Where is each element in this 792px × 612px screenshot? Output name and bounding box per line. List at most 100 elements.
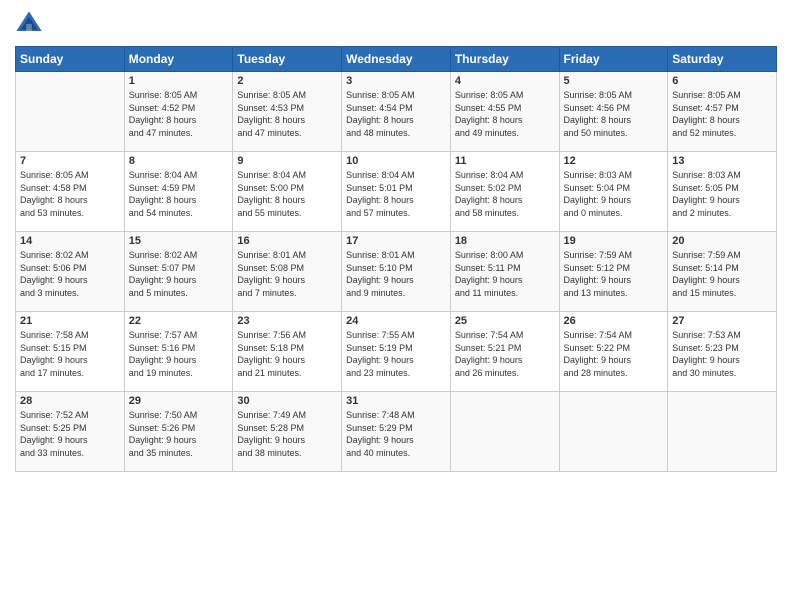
day-info: Sunrise: 7:52 AM Sunset: 5:25 PM Dayligh… [20, 409, 120, 459]
calendar-cell: 24 Sunrise: 7:55 AM Sunset: 5:19 PM Dayli… [342, 312, 451, 392]
calendar-cell: 16 Sunrise: 8:01 AM Sunset: 5:08 PM Dayli… [233, 232, 342, 312]
calendar-week-row: 14Sunrise: 8:02 AM Sunset: 5:06 PM Dayli… [16, 232, 777, 312]
calendar-cell: 31 Sunrise: 7:48 AM Sunset: 5:29 PM Dayli… [342, 392, 451, 472]
day-info: Sunrise: 8:00 AM Sunset: 5:11 PM Dayligh… [455, 249, 555, 299]
calendar-cell: 10Sunrise: 8:04 AM Sunset: 5:01 PM Dayli… [342, 152, 451, 232]
calendar-header-cell: Wednesday [342, 47, 451, 72]
day-number: 8 [129, 155, 229, 167]
logo [15, 10, 47, 38]
day-number: 16 [237, 235, 337, 247]
day-info: Sunrise: 8:03 AM Sunset: 5:04 PM Dayligh… [564, 169, 664, 219]
calendar-cell [559, 392, 668, 472]
day-info: Sunrise: 8:04 AM Sunset: 4:59 PM Dayligh… [129, 169, 229, 219]
calendar-cell: 8 Sunrise: 8:04 AM Sunset: 4:59 PM Daylig… [124, 152, 233, 232]
day-number: 4 [455, 75, 555, 87]
calendar-cell: 4 Sunrise: 8:05 AM Sunset: 4:55 PM Daylig… [450, 72, 559, 152]
day-info: Sunrise: 8:05 AM Sunset: 4:58 PM Dayligh… [20, 169, 120, 219]
day-number: 15 [129, 235, 229, 247]
calendar-cell: 26 Sunrise: 7:54 AM Sunset: 5:22 PM Dayli… [559, 312, 668, 392]
calendar-cell: 30 Sunrise: 7:49 AM Sunset: 5:28 PM Dayli… [233, 392, 342, 472]
calendar-cell: 5 Sunrise: 8:05 AM Sunset: 4:56 PM Daylig… [559, 72, 668, 152]
calendar-cell: 2Sunrise: 8:05 AM Sunset: 4:53 PM Daylig… [233, 72, 342, 152]
day-number: 25 [455, 315, 555, 327]
day-number: 24 [346, 315, 446, 327]
calendar-week-row: 21 Sunrise: 7:58 AM Sunset: 5:15 PM Dayli… [16, 312, 777, 392]
calendar-cell: 9 Sunrise: 8:04 AM Sunset: 5:00 PM Daylig… [233, 152, 342, 232]
day-number: 13 [672, 155, 772, 167]
day-info: Sunrise: 7:58 AM Sunset: 5:15 PM Dayligh… [20, 329, 120, 379]
calendar-cell [16, 72, 125, 152]
day-number: 11 [455, 155, 555, 167]
calendar-cell [450, 392, 559, 472]
calendar-cell: 19Sunrise: 7:59 AM Sunset: 5:12 PM Dayli… [559, 232, 668, 312]
calendar-cell: 17Sunrise: 8:01 AM Sunset: 5:10 PM Dayli… [342, 232, 451, 312]
logo-icon [15, 10, 43, 38]
day-number: 6 [672, 75, 772, 87]
day-info: Sunrise: 7:54 AM Sunset: 5:21 PM Dayligh… [455, 329, 555, 379]
day-info: Sunrise: 8:05 AM Sunset: 4:52 PM Dayligh… [129, 89, 229, 139]
day-number: 1 [129, 75, 229, 87]
day-number: 19 [564, 235, 664, 247]
calendar-header-cell: Tuesday [233, 47, 342, 72]
day-number: 23 [237, 315, 337, 327]
day-number: 20 [672, 235, 772, 247]
calendar-header-cell: Saturday [668, 47, 777, 72]
day-info: Sunrise: 8:05 AM Sunset: 4:56 PM Dayligh… [564, 89, 664, 139]
day-number: 18 [455, 235, 555, 247]
day-info: Sunrise: 8:04 AM Sunset: 5:00 PM Dayligh… [237, 169, 337, 219]
calendar-header-cell: Thursday [450, 47, 559, 72]
day-number: 3 [346, 75, 446, 87]
calendar-cell: 12 Sunrise: 8:03 AM Sunset: 5:04 PM Dayli… [559, 152, 668, 232]
calendar-header-row: SundayMondayTuesdayWednesdayThursdayFrid… [16, 47, 777, 72]
day-info: Sunrise: 7:54 AM Sunset: 5:22 PM Dayligh… [564, 329, 664, 379]
day-number: 21 [20, 315, 120, 327]
calendar-cell [668, 392, 777, 472]
calendar-cell: 14Sunrise: 8:02 AM Sunset: 5:06 PM Dayli… [16, 232, 125, 312]
calendar-cell: 23 Sunrise: 7:56 AM Sunset: 5:18 PM Dayli… [233, 312, 342, 392]
page-header [15, 10, 777, 38]
day-number: 22 [129, 315, 229, 327]
day-info: Sunrise: 8:05 AM Sunset: 4:54 PM Dayligh… [346, 89, 446, 139]
day-info: Sunrise: 7:49 AM Sunset: 5:28 PM Dayligh… [237, 409, 337, 459]
calendar-cell: 20 Sunrise: 7:59 AM Sunset: 5:14 PM Dayli… [668, 232, 777, 312]
day-info: Sunrise: 7:48 AM Sunset: 5:29 PM Dayligh… [346, 409, 446, 459]
day-number: 12 [564, 155, 664, 167]
day-info: Sunrise: 7:59 AM Sunset: 5:14 PM Dayligh… [672, 249, 772, 299]
calendar-week-row: 7Sunrise: 8:05 AM Sunset: 4:58 PM Daylig… [16, 152, 777, 232]
calendar-cell: 3 Sunrise: 8:05 AM Sunset: 4:54 PM Daylig… [342, 72, 451, 152]
day-number: 30 [237, 395, 337, 407]
day-number: 29 [129, 395, 229, 407]
calendar-body: 1 Sunrise: 8:05 AM Sunset: 4:52 PM Daylig… [16, 72, 777, 472]
day-info: Sunrise: 7:56 AM Sunset: 5:18 PM Dayligh… [237, 329, 337, 379]
calendar-cell: 1 Sunrise: 8:05 AM Sunset: 4:52 PM Daylig… [124, 72, 233, 152]
calendar-cell: 7Sunrise: 8:05 AM Sunset: 4:58 PM Daylig… [16, 152, 125, 232]
calendar-cell: 27Sunrise: 7:53 AM Sunset: 5:23 PM Dayli… [668, 312, 777, 392]
day-number: 27 [672, 315, 772, 327]
day-number: 5 [564, 75, 664, 87]
day-info: Sunrise: 8:05 AM Sunset: 4:55 PM Dayligh… [455, 89, 555, 139]
day-number: 17 [346, 235, 446, 247]
day-info: Sunrise: 7:50 AM Sunset: 5:26 PM Dayligh… [129, 409, 229, 459]
calendar-cell: 13 Sunrise: 8:03 AM Sunset: 5:05 PM Dayli… [668, 152, 777, 232]
day-info: Sunrise: 8:01 AM Sunset: 5:08 PM Dayligh… [237, 249, 337, 299]
day-number: 31 [346, 395, 446, 407]
calendar-table: SundayMondayTuesdayWednesdayThursdayFrid… [15, 46, 777, 472]
calendar-week-row: 1 Sunrise: 8:05 AM Sunset: 4:52 PM Daylig… [16, 72, 777, 152]
day-info: Sunrise: 8:03 AM Sunset: 5:05 PM Dayligh… [672, 169, 772, 219]
day-number: 26 [564, 315, 664, 327]
calendar-week-row: 28Sunrise: 7:52 AM Sunset: 5:25 PM Dayli… [16, 392, 777, 472]
day-number: 9 [237, 155, 337, 167]
calendar-cell: 18 Sunrise: 8:00 AM Sunset: 5:11 PM Dayli… [450, 232, 559, 312]
calendar-header-cell: Sunday [16, 47, 125, 72]
calendar-cell: 11 Sunrise: 8:04 AM Sunset: 5:02 PM Dayli… [450, 152, 559, 232]
page-container: SundayMondayTuesdayWednesdayThursdayFrid… [0, 0, 792, 482]
day-info: Sunrise: 7:55 AM Sunset: 5:19 PM Dayligh… [346, 329, 446, 379]
day-info: Sunrise: 8:04 AM Sunset: 5:01 PM Dayligh… [346, 169, 446, 219]
day-info: Sunrise: 8:05 AM Sunset: 4:57 PM Dayligh… [672, 89, 772, 139]
day-number: 2 [237, 75, 337, 87]
day-info: Sunrise: 7:57 AM Sunset: 5:16 PM Dayligh… [129, 329, 229, 379]
calendar-header-cell: Friday [559, 47, 668, 72]
day-info: Sunrise: 8:02 AM Sunset: 5:06 PM Dayligh… [20, 249, 120, 299]
day-info: Sunrise: 8:04 AM Sunset: 5:02 PM Dayligh… [455, 169, 555, 219]
calendar-cell: 25 Sunrise: 7:54 AM Sunset: 5:21 PM Dayli… [450, 312, 559, 392]
